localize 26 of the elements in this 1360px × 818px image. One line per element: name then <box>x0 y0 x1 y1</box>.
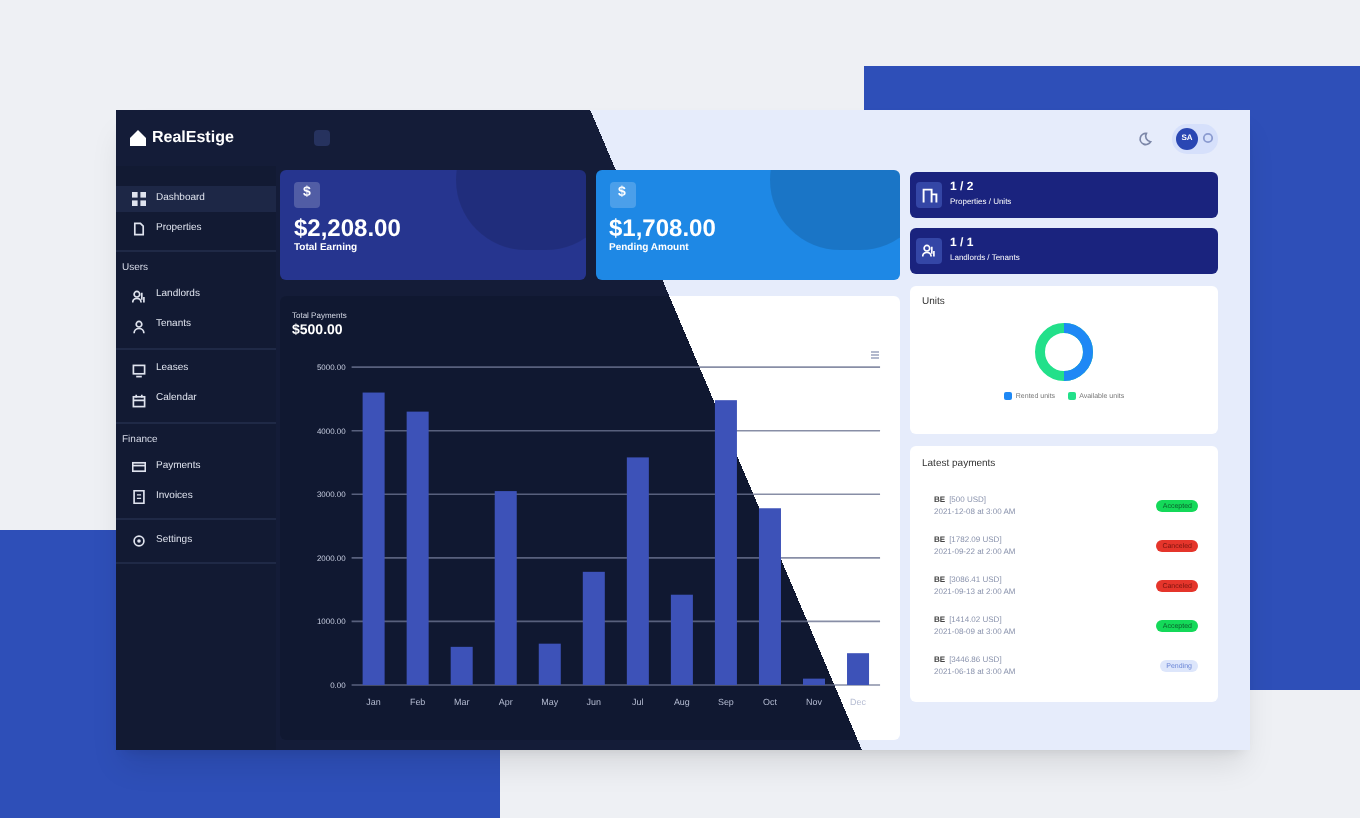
logo-text: RealEstige <box>152 126 234 150</box>
user-icon <box>132 319 146 333</box>
theme-icon[interactable] <box>1138 131 1152 145</box>
settings-icon <box>132 534 146 548</box>
bar <box>847 652 870 684</box>
settings-icon <box>1202 132 1214 144</box>
building-icon <box>921 187 937 203</box>
credit-card-icon <box>132 460 146 474</box>
bar <box>538 642 561 684</box>
donut-chart-drawing <box>1032 319 1096 383</box>
calendar-icon <box>132 393 146 407</box>
document-icon <box>132 222 146 236</box>
sidebar-toggle[interactable] <box>313 130 330 146</box>
stat-value: $2,208.00 <box>294 214 403 242</box>
users-icon <box>922 244 936 258</box>
bar <box>582 570 605 684</box>
stat-value: $1,708.00 <box>609 214 718 242</box>
bar <box>670 593 693 684</box>
bar <box>803 677 825 684</box>
grid-icon <box>132 192 146 206</box>
menu-icon[interactable] <box>870 350 880 360</box>
invoice-icon <box>132 490 146 504</box>
users-icon <box>132 289 146 303</box>
bar <box>450 645 473 684</box>
logo-icon <box>128 128 148 148</box>
monitor-icon <box>132 363 146 377</box>
